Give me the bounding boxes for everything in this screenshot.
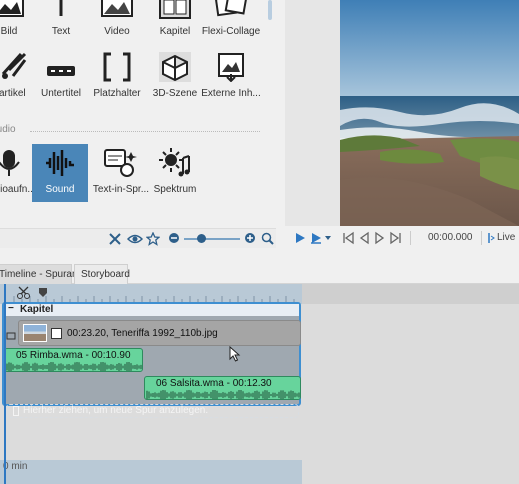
text-icon	[59, 0, 63, 16]
preview-photo	[340, 0, 519, 226]
zoom-slider-handle[interactable]	[197, 234, 206, 243]
new-track-drop-zone[interactable]: Hierher ziehen, um neue Spur anzulegen.	[6, 404, 299, 418]
waveform	[6, 362, 142, 371]
toolbox-panel: Bild Text Video Kapitel Flexi-Collage Pa…	[0, 0, 276, 248]
tool-text[interactable]: Text	[30, 0, 92, 44]
placeholder-icon	[103, 52, 131, 82]
image-object[interactable]: 00:23.20, Teneriffa 1992_110b.jpg	[18, 320, 301, 346]
mouse-cursor-icon	[229, 346, 241, 362]
time-display: 00:00.000	[428, 232, 473, 243]
toolbox-scrollbar[interactable]	[266, 0, 274, 220]
scissors-icon[interactable]	[16, 286, 32, 300]
clear-filter-icon[interactable]	[108, 232, 122, 246]
marker-icon[interactable]	[37, 286, 49, 298]
zoom-slider-track[interactable]	[184, 238, 240, 240]
live-icon[interactable]	[485, 231, 495, 245]
section-audio: Audio	[0, 124, 264, 138]
subtitle-icon	[47, 66, 75, 76]
player-controls: 00:00.000 Live	[285, 228, 519, 248]
chapter-icon	[159, 0, 191, 19]
zoom-out-icon[interactable]	[168, 232, 180, 244]
separator	[410, 231, 411, 245]
previous-icon[interactable]	[357, 231, 371, 245]
sound-wave-icon	[46, 150, 74, 176]
timeline-ruler[interactable]	[0, 284, 302, 304]
audio-label: 05 Rimba.wma - 00:10.90	[16, 350, 131, 361]
drop-hint: Hierher ziehen, um neue Spur anzulegen.	[23, 405, 209, 416]
chapter-title: Kapitel	[20, 304, 54, 315]
view-tabs: Timeline - Spuransicht Storyboard	[0, 262, 519, 284]
live-label[interactable]: Live	[497, 232, 515, 243]
audio-object-salsita[interactable]: 06 Salsita.wma - 00:12.30	[144, 376, 301, 400]
second-ruler[interactable]: 0 min	[0, 460, 302, 484]
image-thumbnail	[23, 324, 47, 342]
chapter-header[interactable]: − Kapitel	[4, 303, 299, 316]
preview-panel: 00:00.000 Live	[285, 0, 519, 248]
microphone-icon	[0, 150, 20, 176]
playhead[interactable]	[4, 284, 6, 484]
tool-kapitel[interactable]: Kapitel	[144, 0, 206, 44]
tool-3d-szene[interactable]: 3D-Szene	[144, 48, 206, 106]
tool-untertitel[interactable]: Untertitel	[30, 48, 92, 106]
tool-sound[interactable]: Sound	[32, 144, 88, 202]
preview-area	[285, 0, 519, 226]
video-icon	[101, 0, 133, 17]
cube-icon	[159, 52, 191, 82]
audio-label: 06 Salsita.wma - 00:12.30	[156, 378, 272, 389]
tab-timeline[interactable]: Timeline - Spuransicht	[0, 264, 98, 284]
play-icon[interactable]	[293, 231, 307, 245]
timeline: − Kapitel 00:23.20, Teneriffa 1992_110b.…	[0, 284, 519, 484]
skip-end-icon[interactable]	[389, 231, 403, 245]
tab-storyboard[interactable]: Storyboard	[74, 264, 130, 284]
zoom-in-icon[interactable]	[244, 232, 256, 244]
collage-icon	[214, 0, 248, 17]
external-content-icon	[218, 53, 244, 82]
audio-object-rimba[interactable]: 05 Rimba.wma - 00:10.90	[4, 348, 143, 372]
drag-handle-icon	[13, 406, 19, 416]
tool-externe-inhalte[interactable]: Externe Inh...	[200, 48, 262, 106]
chapter-track[interactable]: − Kapitel 00:23.20, Teneriffa 1992_110b.…	[2, 302, 301, 418]
play-from-icon[interactable]	[309, 231, 323, 245]
next-icon[interactable]	[373, 231, 387, 245]
track-indicator-icon	[6, 332, 16, 340]
text-to-speech-icon	[104, 149, 137, 177]
zoom-fit-icon[interactable]	[261, 232, 274, 245]
scrollbar-thumb[interactable]	[268, 0, 272, 20]
tool-spektrum[interactable]: Spektrum	[144, 144, 206, 202]
spectrum-icon	[159, 148, 190, 177]
chevron-down-icon[interactable]	[323, 231, 333, 245]
particle-icon	[1, 52, 27, 79]
skip-start-icon[interactable]	[341, 231, 355, 245]
image-object-label: 00:23.20, Teneriffa 1992_110b.jpg	[67, 328, 218, 339]
tool-platzhalter[interactable]: Platzhalter	[86, 48, 148, 106]
star-icon[interactable]	[146, 232, 160, 246]
ruler-label: 0 min	[3, 461, 28, 472]
toolbox-bottom-bar	[0, 228, 276, 248]
separator	[481, 231, 482, 245]
image-type-icon	[51, 328, 62, 339]
eye-icon[interactable]	[127, 232, 143, 246]
ruler-empty-area	[302, 284, 519, 304]
section-divider	[30, 131, 260, 132]
tool-flexi-collage[interactable]: Flexi-Collage	[200, 0, 262, 44]
collapse-icon[interactable]: −	[8, 303, 14, 314]
tool-text-in-sprache[interactable]: Text-in-Spr...	[90, 144, 152, 202]
image-icon	[0, 0, 24, 17]
waveform	[146, 390, 300, 399]
tool-video[interactable]: Video	[86, 0, 148, 44]
